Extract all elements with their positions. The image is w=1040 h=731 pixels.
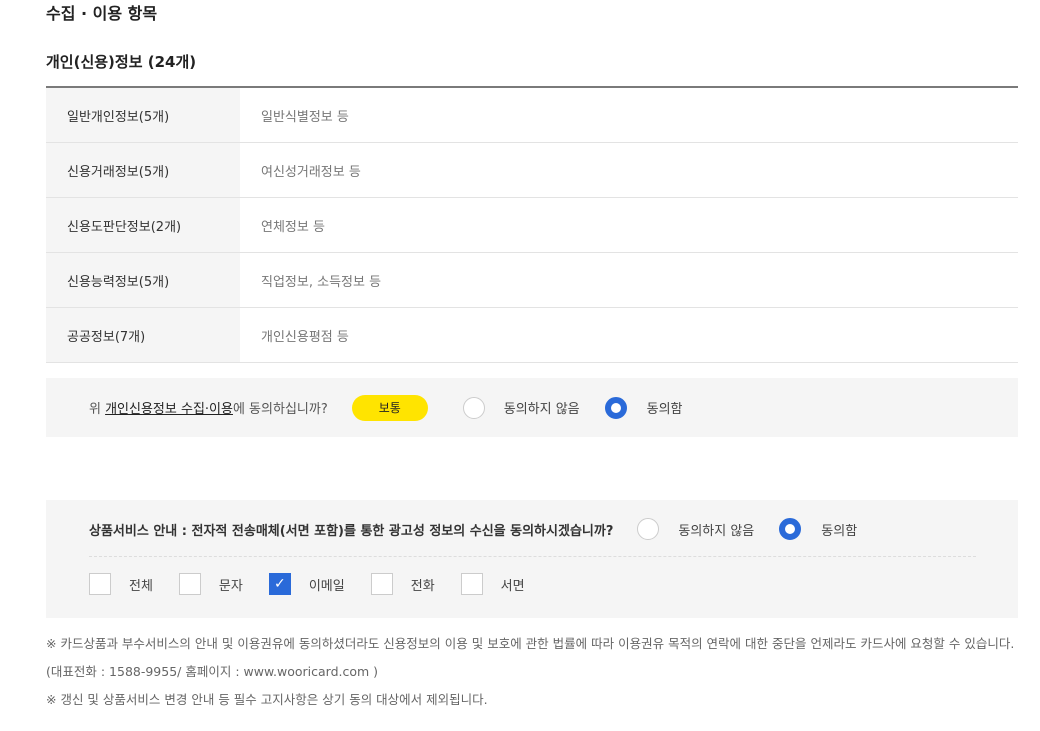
channel-sms-checkbox[interactable] [178,573,201,595]
marketing-panel: 상품서비스 안내 : 전자적 전송매체(서면 포함)를 통한 광고성 정보의 수… [46,500,1018,618]
table-row: 공공정보(7개) 개인신용평점 등 [46,308,1018,363]
channel-all-checkbox[interactable] [89,573,111,595]
consent-detail-link[interactable]: 개인신용정보 수집·이용 [105,402,233,417]
table-row: 신용도판단정보(2개) 연체정보 등 [46,198,1018,253]
section-title: 수집 · 이용 항목 [46,4,158,23]
notice-text: ※ 카드상품과 부수서비스의 안내 및 이용권유에 동의하셨더라도 신용정보의 … [46,630,1021,714]
check-icon: ✓ [273,576,286,592]
channel-checkbox-row: 전체 문자 ✓ 이메일 전화 서면 [89,573,551,595]
consent-question: 위 개인신용정보 수집·이용에 동의하십니까? [89,398,328,417]
channel-sms-label[interactable]: 문자 [219,575,243,594]
channel-mail-checkbox[interactable] [460,573,483,595]
table-row: 일반개인정보(5개) 일반식별정보 등 [46,88,1018,143]
marketing-agree-label[interactable]: 동의함 [821,520,857,539]
channel-email-checkbox[interactable]: ✓ [268,573,291,595]
row-value: 일반식별정보 등 [261,109,349,125]
level-badge: 보통 [351,394,428,421]
marketing-disagree-label[interactable]: 동의하지 않음 [678,520,754,539]
table-row: 신용거래정보(5개) 여신성거래정보 등 [46,143,1018,198]
channel-phone-checkbox[interactable] [370,573,393,595]
consent-suffix: 에 동의하십니까? [232,402,328,417]
table-row: 신용능력정보(5개) 직업정보, 소득정보 등 [46,253,1018,308]
row-label: 신용능력정보(5개) [46,253,240,307]
channel-mail-label[interactable]: 서면 [501,575,525,594]
row-label: 신용도판단정보(2개) [46,198,240,252]
row-label: 신용거래정보(5개) [46,143,240,197]
marketing-disagree-radio[interactable] [637,518,660,540]
consent-agree-radio[interactable] [604,396,627,419]
marketing-question: 상품서비스 안내 : 전자적 전송매체(서면 포함)를 통한 광고성 정보의 수… [89,523,614,539]
row-value: 개인신용평점 등 [261,329,349,345]
row-value: 연체정보 등 [261,219,325,235]
notice-line: ※ 갱신 및 상품서비스 변경 안내 등 필수 고지사항은 상기 동의 대상에서… [46,692,488,707]
notice-line: ※ 카드상품과 부수서비스의 안내 및 이용권유에 동의하셨더라도 신용정보의 … [46,636,1015,679]
consent-agree-label[interactable]: 동의함 [647,398,683,417]
divider [89,556,976,557]
consent-disagree-radio[interactable] [462,396,485,419]
consent-prefix: 위 [89,402,106,417]
row-value: 여신성거래정보 등 [261,164,361,180]
channel-phone-label[interactable]: 전화 [411,575,435,594]
consent-disagree-label[interactable]: 동의하지 않음 [504,398,580,417]
marketing-agree-radio[interactable] [779,518,802,540]
channel-all-label[interactable]: 전체 [129,575,153,594]
sub-title: 개인(신용)정보 (24개) [46,53,197,71]
marketing-question-row: 상품서비스 안내 : 전자적 전송매체(서면 포함)를 통한 광고성 정보의 수… [89,518,976,540]
row-value: 직업정보, 소득정보 등 [261,274,382,290]
consent-panel: 위 개인신용정보 수집·이용에 동의하십니까? 보통 동의하지 않음 동의함 [46,378,1018,437]
row-label: 공공정보(7개) [46,308,240,362]
info-table: 일반개인정보(5개) 일반식별정보 등 신용거래정보(5개) 여신성거래정보 등… [46,86,1018,363]
channel-email-label[interactable]: 이메일 [309,575,345,594]
row-label: 일반개인정보(5개) [46,88,240,142]
